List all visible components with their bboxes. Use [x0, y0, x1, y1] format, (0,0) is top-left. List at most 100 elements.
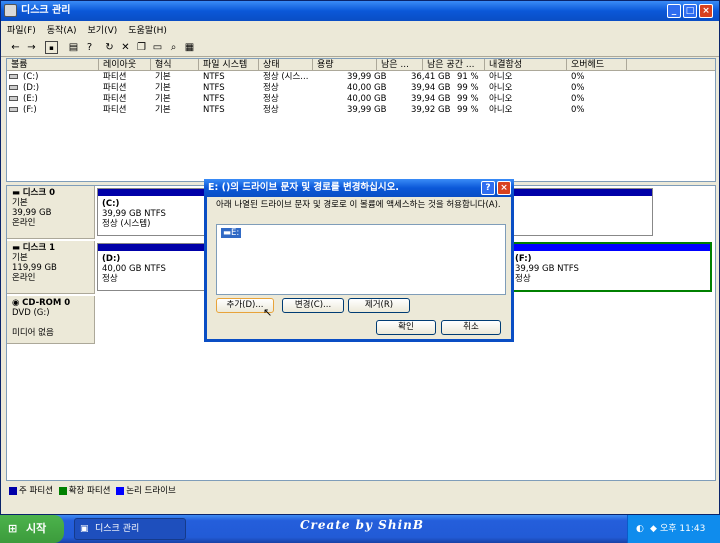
volume-row[interactable]: (F:) 파티션 기본 NTFS 정상 39,99 GB 39,92 GB 99 % 아니오 0%: [7, 105, 715, 116]
menu-view[interactable]: 보기(V): [82, 21, 123, 36]
cell-overhead: 0%: [571, 94, 585, 104]
clock[interactable]: 오후 11:43: [660, 524, 705, 534]
drive-path-list[interactable]: ▬E:: [216, 224, 506, 295]
cell-status: 정상: [263, 94, 279, 104]
change-button[interactable]: 변경(C)...: [282, 298, 344, 313]
cell-fault-tolerance: 아니오: [489, 105, 513, 115]
ok-button[interactable]: 확인: [376, 320, 436, 335]
menu-action[interactable]: 동작(A): [41, 21, 82, 36]
disk-1-label[interactable]: ▬ 디스크 1 기본 119,99 GB 온라인: [7, 241, 95, 294]
drive-icon: [9, 96, 18, 101]
properties-icon[interactable]: ▤: [67, 41, 80, 54]
cell-file-system: NTFS: [203, 83, 225, 93]
cdrom-0-label[interactable]: ◉ CD-ROM 0 DVD (G:) 미디어 없음: [7, 296, 95, 344]
partition-d[interactable]: (D:) 40,00 GB NTFS 정상: [97, 243, 217, 291]
window-titlebar[interactable]: 디스크 관리: [1, 1, 719, 21]
console-icon[interactable]: ▪: [45, 41, 58, 54]
disk-0-type: 기본: [12, 198, 28, 208]
column-capacity[interactable]: 용량: [313, 59, 377, 71]
extended-partition-swatch: [58, 486, 67, 495]
search-icon[interactable]: ⌕: [167, 41, 180, 54]
cdrom-icon: ◉: [12, 298, 23, 308]
cell-layout: 파티션: [103, 94, 127, 104]
disk-management-icon: ▣: [80, 524, 89, 534]
cell-type: 기본: [155, 83, 171, 93]
disk-1-size: 119,99 GB: [12, 263, 57, 273]
cell-file-system: NTFS: [203, 72, 225, 82]
cell-layout: 파티션: [103, 72, 127, 82]
logical-drive-bar: [511, 244, 710, 251]
disk-0-status: 온라인: [12, 218, 36, 228]
column-file-system[interactable]: 파일 시스템: [199, 59, 259, 71]
dialog-titlebar[interactable]: E: ()의 드라이브 문자 및 경로를 변경하십시오.: [204, 179, 514, 197]
drive-icon: [9, 85, 18, 90]
partition-d-size: 40,00 GB NTFS: [102, 264, 166, 274]
column-layout[interactable]: 레이아웃: [99, 59, 151, 71]
cell-volume: (D:): [23, 83, 40, 93]
cdrom-0-type: DVD (G:): [12, 308, 50, 318]
volume-row[interactable]: (D:) 파티션 기본 NTFS 정상 40,00 GB 39,94 GB 99 % 아니오 0%: [7, 83, 715, 94]
disk-0-label[interactable]: ▬ 디스크 0 기본 39,99 GB 온라인: [7, 186, 95, 239]
shield-icon[interactable]: ◆: [650, 515, 657, 543]
disk-icon: ▬: [12, 188, 23, 198]
cell-percent-free: 99 %: [457, 94, 479, 104]
dialog-close-button[interactable]: ×: [497, 181, 511, 195]
partition-f-status: 정상: [515, 274, 531, 284]
menu-help[interactable]: 도움말(H): [122, 21, 172, 36]
close-button[interactable]: ×: [699, 4, 713, 18]
taskbar-item-disk-management[interactable]: ▣ 디스크 관리: [74, 518, 186, 540]
cancel-button[interactable]: 취소: [441, 320, 501, 335]
mouse-cursor-icon: ↖: [263, 306, 273, 319]
column-volume[interactable]: 볼륨: [7, 59, 99, 71]
menu-file[interactable]: 파일(F): [1, 21, 41, 36]
column-percent-free[interactable]: 남은 공간 ...: [423, 59, 485, 71]
legend-primary: 주 파티션: [19, 486, 53, 496]
volume-row[interactable]: (C:) 파티션 기본 NTFS 정상 (시스... 39,99 GB 36,41 GB 91…: [7, 72, 715, 83]
disk-0-size: 39,99 GB: [12, 208, 52, 218]
change-drive-letter-dialog: E: ()의 드라이브 문자 및 경로를 변경하십시오. ? × 아래 나열된 …: [204, 179, 514, 342]
copy-icon[interactable]: ❐: [135, 41, 148, 54]
cell-percent-free: 99 %: [457, 83, 479, 93]
column-free-space[interactable]: 남은 ...: [377, 59, 423, 71]
column-fault-tolerance[interactable]: 내결함성: [485, 59, 567, 71]
open-folder-icon[interactable]: ▭: [151, 41, 164, 54]
cell-type: 기본: [155, 105, 171, 115]
network-icon[interactable]: ◐: [636, 515, 644, 543]
help-icon[interactable]: ?: [83, 41, 96, 54]
column-overhead[interactable]: 오버헤드: [567, 59, 627, 71]
volume-list-header: 볼륨 레이아웃 형식 파일 시스템 상태 용량 남은 ... 남은 공간 ...…: [7, 59, 715, 71]
maximize-button[interactable]: □: [683, 4, 697, 18]
drive-icon: ▬: [223, 228, 232, 238]
legend-extended: 확장 파티션: [68, 486, 111, 496]
column-status[interactable]: 상태: [259, 59, 313, 71]
system-tray: ◐ ◆ 오후 11:43: [627, 515, 720, 543]
volume-row[interactable]: (E:) 파티션 기본 NTFS 정상 40,00 GB 39,94 GB 99 % 아니오 0%: [7, 94, 715, 105]
delete-icon[interactable]: ✕: [119, 41, 132, 54]
cell-overhead: 0%: [571, 83, 585, 93]
cell-volume: (E:): [23, 94, 38, 104]
cell-capacity: 39,99 GB: [347, 105, 387, 115]
forward-icon[interactable]: →: [25, 41, 38, 54]
cell-type: 기본: [155, 72, 171, 82]
cell-status: 정상: [263, 83, 279, 93]
refresh-icon[interactable]: ↻: [103, 41, 116, 54]
cell-capacity: 40,00 GB: [347, 83, 387, 93]
drive-path-item[interactable]: ▬E:: [221, 228, 242, 238]
cell-free-space: 36,41 GB: [411, 72, 451, 82]
partition-f[interactable]: (F:) 39,99 GB NTFS 정상: [509, 242, 712, 292]
disk-1-status: 온라인: [12, 273, 36, 283]
back-icon[interactable]: ←: [9, 41, 22, 54]
cell-status: 정상 (시스...: [263, 72, 309, 82]
view-icon[interactable]: ▦: [183, 41, 196, 54]
column-type[interactable]: 형식: [151, 59, 199, 71]
remove-button[interactable]: 제거(R): [348, 298, 410, 313]
partition-d-name: (D:): [102, 254, 121, 264]
dialog-help-button[interactable]: ?: [481, 181, 495, 195]
toolbar: ← → ▪ ▤ ? ↻ ✕ ❐ ▭ ⌕ ▦: [1, 38, 719, 57]
minimize-button[interactable]: _: [667, 4, 681, 18]
cell-percent-free: 99 %: [457, 105, 479, 115]
cdrom-0-name: CD-ROM 0: [22, 298, 71, 308]
partition-f-name: (F:): [515, 254, 532, 264]
start-button[interactable]: ⊞ 시작: [0, 515, 64, 543]
cell-fault-tolerance: 아니오: [489, 94, 513, 104]
